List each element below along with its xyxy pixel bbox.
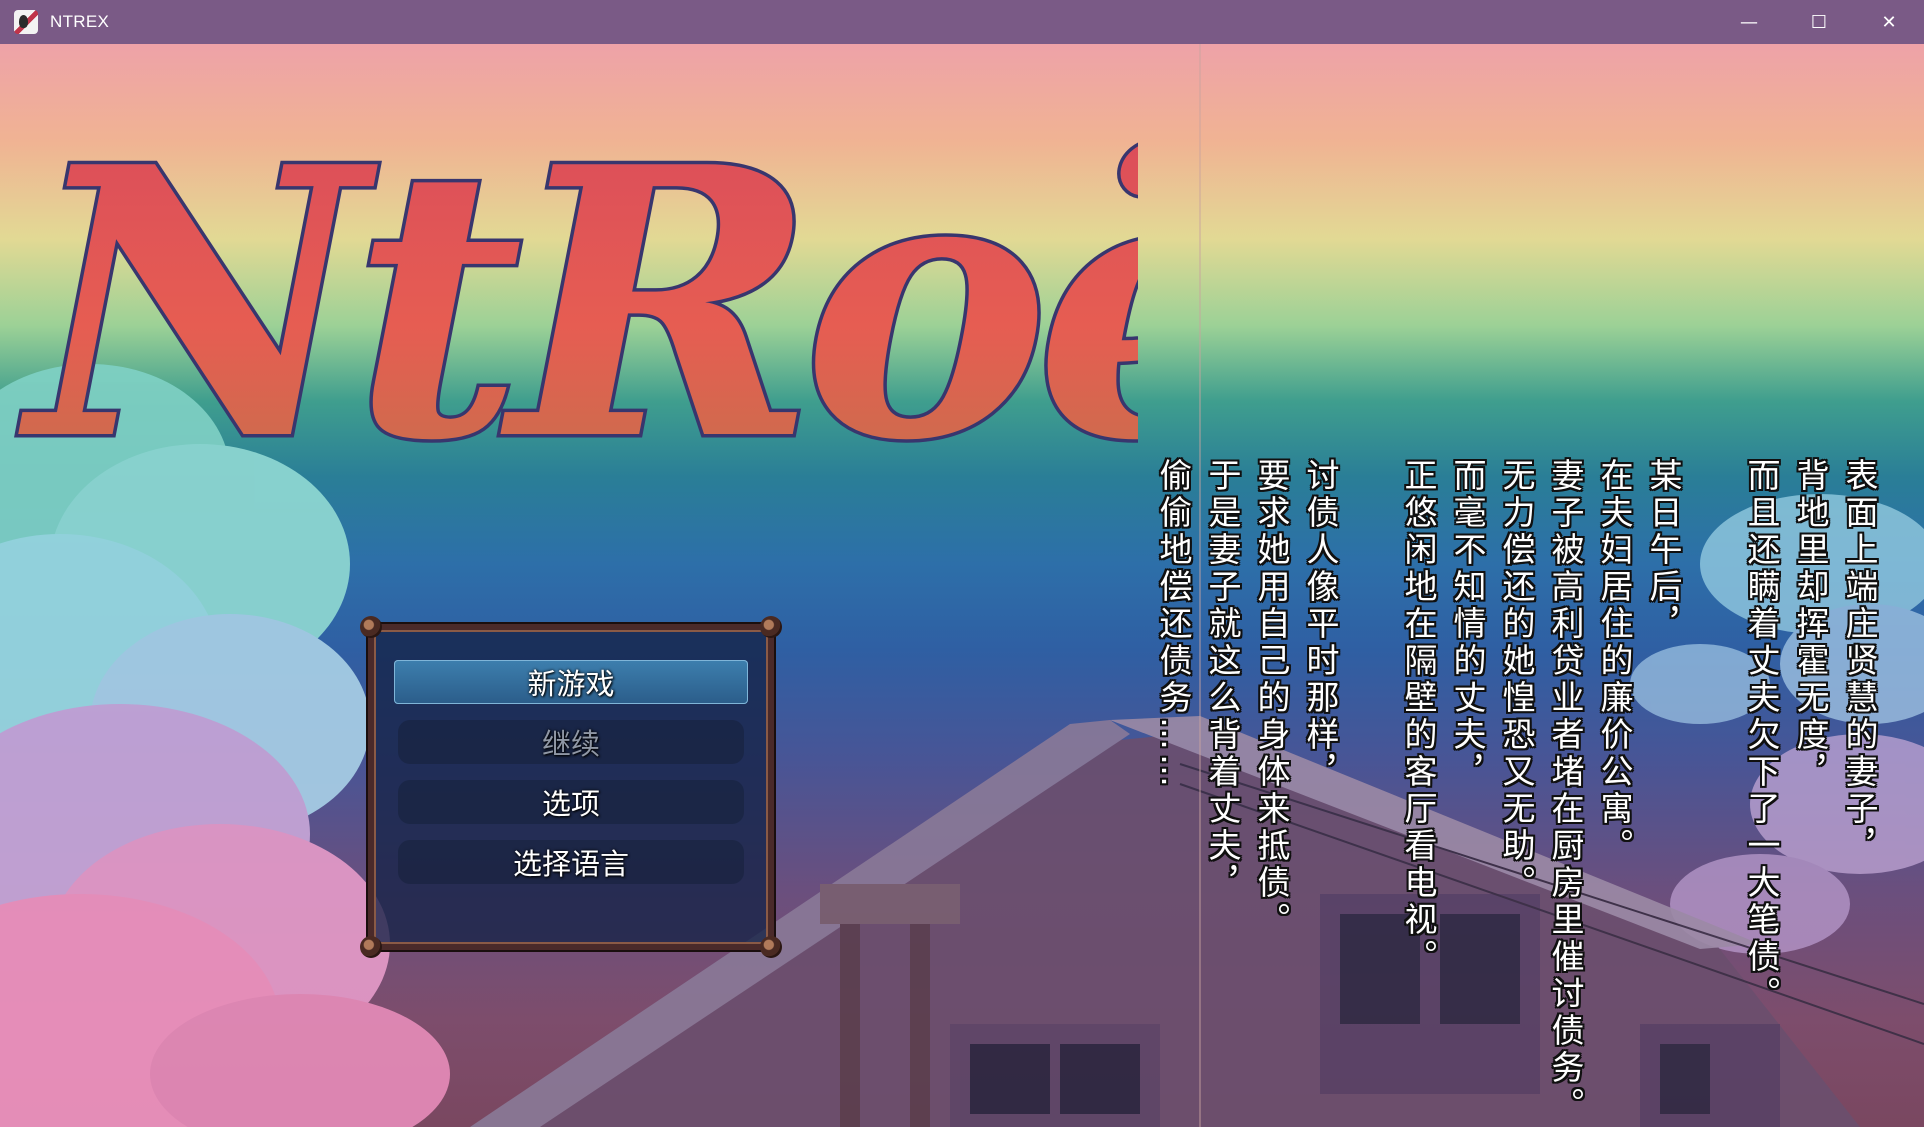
options-button[interactable]: 选项 — [398, 780, 744, 824]
story-line: 在夫妇居住的廉价公寓。 — [1595, 458, 1634, 865]
continue-button[interactable]: 继续 — [398, 720, 744, 764]
window-title: NTREX — [50, 12, 110, 31]
new-game-button[interactable]: 新游戏 — [394, 660, 748, 704]
frame-ornament — [360, 616, 382, 638]
frame-ornament — [360, 936, 382, 958]
story-line: 偷偷地偿还债务…… — [1154, 458, 1193, 791]
story-text: 表面上端庄贤慧的妻子， 背地里却挥霍无度， 而且还瞒着丈夫欠下了一大笔债。 某日… — [1149, 458, 1884, 1127]
frame-ornament — [760, 616, 782, 638]
story-line: 而且还瞒着丈夫欠下了一大笔债。 — [1742, 458, 1781, 1013]
game-window: NTREX — ☐ ✕ NtRo 表面上端庄贤慧的妻子， 背地里却挥霍无度， 而… — [0, 0, 1924, 1127]
story-line: 表面上端庄贤慧的妻子， — [1840, 458, 1879, 865]
game-logo: NtRoëX — [13, 85, 1138, 525]
story-line: 正悠闲地在隔壁的客厅看电视。 — [1399, 458, 1438, 976]
frame-ornament — [760, 936, 782, 958]
story-line: 于是妻子就这么背着丈夫， — [1203, 458, 1242, 902]
app-icon — [14, 10, 38, 34]
story-line: 要求她用自己的身体来抵债。 — [1252, 458, 1291, 939]
logo-text: NtRoëX — [16, 88, 1138, 522]
select-language-button[interactable]: 选择语言 — [398, 840, 744, 884]
title-menu: 新游戏 继续 选项 选择语言 — [360, 616, 782, 958]
close-button[interactable]: ✕ — [1854, 0, 1924, 44]
window-controls: — ☐ ✕ — [1714, 0, 1924, 44]
story-line: 妻子被高利贷业者堵在厨房里催讨债务。 — [1546, 458, 1585, 1124]
minimize-button[interactable]: — — [1714, 0, 1784, 44]
story-line: 讨债人像平时那样， — [1301, 458, 1340, 791]
maximize-button[interactable]: ☐ — [1784, 0, 1854, 44]
story-line: 某日午后， — [1644, 458, 1683, 643]
title-screen: NtRoëX 表面上端庄贤慧的妻子， 背地里却挥霍无度， 而且还瞒着丈夫欠下了一… — [0, 44, 1924, 1127]
story-line: 无力偿还的她惶恐又无助。 — [1497, 458, 1536, 902]
story-line: 背地里却挥霍无度， — [1791, 458, 1830, 791]
title-bar[interactable]: NTREX — ☐ ✕ — [0, 0, 1924, 44]
story-line: 而毫不知情的丈夫， — [1448, 458, 1487, 791]
